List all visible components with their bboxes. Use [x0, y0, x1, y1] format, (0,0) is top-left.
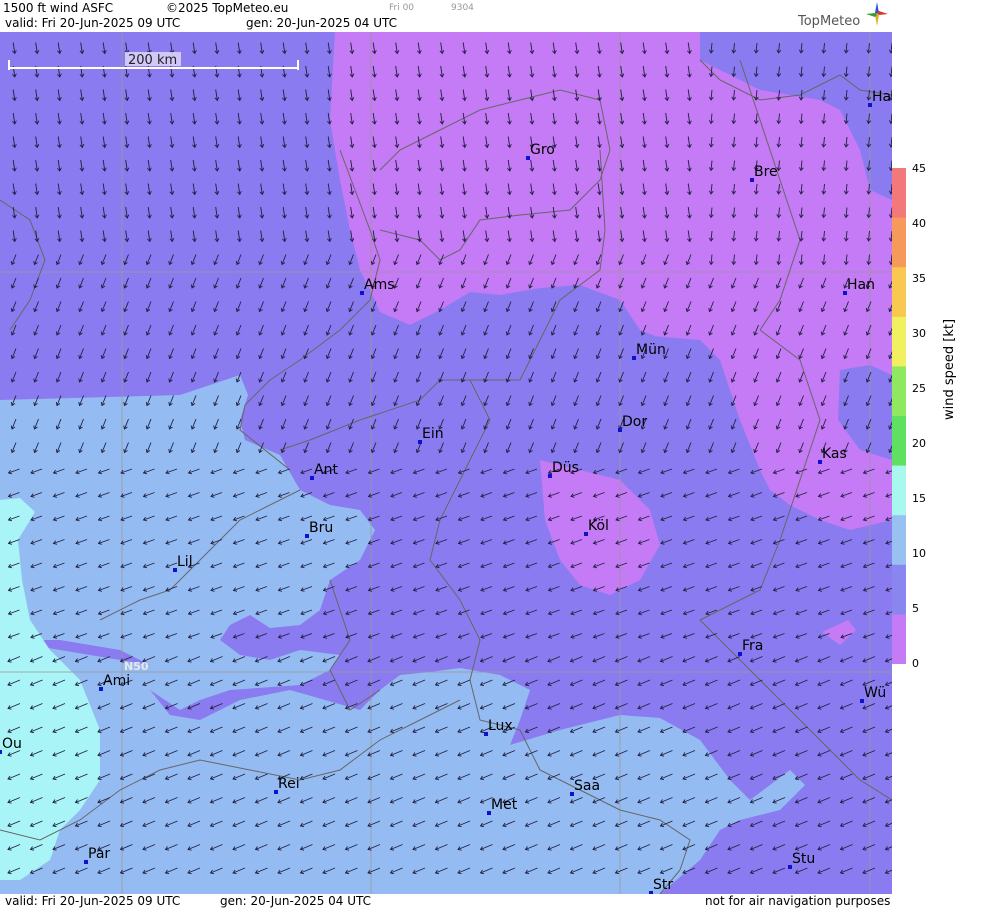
colorbar-segment	[892, 416, 906, 467]
legend-colorbar	[892, 168, 906, 664]
header: 1500 ft wind ASFC ©2025 TopMeteo.eu Fri …	[0, 0, 892, 32]
topmeteo-logo: TopMeteo	[798, 14, 860, 29]
city-label: Düs	[552, 460, 579, 476]
city-label: Ant	[314, 462, 338, 478]
city-label: Bru	[309, 520, 333, 536]
latitude-label: N50	[124, 660, 149, 673]
city-label: Ou	[2, 736, 22, 752]
colorbar-segment	[892, 316, 906, 367]
city-label: Lux	[488, 718, 513, 734]
city-label: Wü	[864, 685, 886, 701]
compass-logo-icon	[866, 2, 888, 26]
legend-tick: 15	[912, 492, 926, 505]
colorbar-segment	[892, 465, 906, 516]
colorbar-segment	[892, 168, 906, 219]
colorbar-segment	[892, 267, 906, 318]
small-day: Fri 00	[389, 3, 415, 13]
city-label: Ami	[103, 673, 130, 689]
city-label: Bre	[754, 164, 778, 180]
small-code: 9304	[451, 3, 474, 13]
footer-disclaimer: not for air navigation purposes	[705, 894, 891, 908]
legend-tick: 25	[912, 382, 926, 395]
city-label: Str	[653, 877, 673, 893]
city-label: Rei	[278, 776, 300, 792]
colorbar-segment	[892, 564, 906, 615]
valid-time: valid: Fri 20-Jun-2025 09 UTC	[5, 16, 181, 30]
legend-tick: 5	[912, 602, 919, 615]
logo-text: TopMeteo	[798, 14, 861, 29]
city-label: Par	[88, 846, 110, 862]
gen-time: gen: 20-Jun-2025 04 UTC	[246, 16, 398, 30]
city-label: Stu	[792, 851, 815, 867]
city-label: Gro	[530, 142, 555, 158]
map-title: 1500 ft wind ASFC	[3, 1, 114, 15]
footer-valid: valid: Fri 20-Jun-2025 09 UTC	[5, 894, 181, 908]
city-label: Met	[491, 797, 518, 813]
footer: valid: Fri 20-Jun-2025 09 UTC gen: 20-Ju…	[0, 894, 892, 909]
footer-gen: gen: 20-Jun-2025 04 UTC	[220, 894, 372, 908]
copyright: ©2025 TopMeteo.eu	[166, 1, 289, 15]
city-label: Saa	[574, 778, 600, 794]
city-label: Dor	[622, 414, 647, 430]
city-label: Kas	[822, 446, 847, 462]
city-label: Köl	[588, 518, 609, 534]
city-label: Ein	[422, 426, 444, 442]
colorbar-segment	[892, 614, 906, 664]
city-label: Lil	[177, 554, 193, 570]
city-label: Ams	[364, 277, 395, 293]
legend-tick: 35	[912, 272, 926, 285]
legend-unit: wind speed [kt]	[942, 318, 957, 420]
legend-tick: 0	[912, 657, 919, 670]
legend-tick: 30	[912, 327, 926, 340]
legend-tick: 45	[912, 162, 926, 175]
city-label: Ha	[872, 89, 891, 105]
scale-label: 200 km	[128, 53, 177, 68]
colorbar-segment	[892, 515, 906, 566]
city-label: Fra	[742, 638, 763, 654]
colorbar-segment	[892, 217, 906, 268]
city-label: Mün	[636, 342, 666, 358]
colorbar-segment	[892, 366, 906, 417]
legend-tick: 20	[912, 437, 926, 450]
city-label: Han	[847, 277, 875, 293]
wind-map: Ha Gro Bre Ams Han Mün Dor Ein Kas Düs Ant Köl Bru Li…	[0, 32, 892, 894]
legend-tick: 10	[912, 547, 926, 560]
legend-tick: 40	[912, 217, 926, 230]
